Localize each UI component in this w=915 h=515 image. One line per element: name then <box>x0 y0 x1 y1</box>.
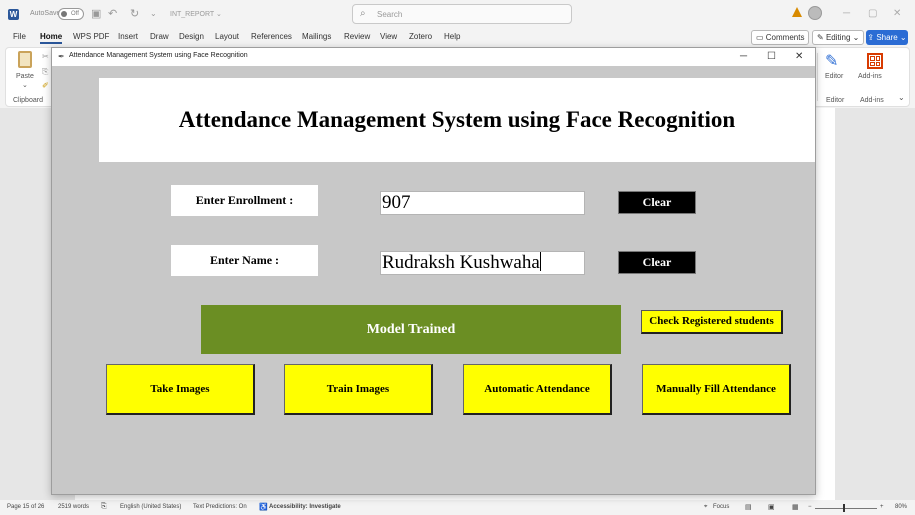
avatar[interactable] <box>808 6 822 20</box>
menu-references[interactable]: References <box>251 32 292 41</box>
clear-enrollment-button[interactable]: Clear <box>618 191 696 214</box>
automatic-attendance-button[interactable]: Automatic Attendance <box>463 364 612 415</box>
page-title: Attendance Management System using Face … <box>178 107 736 132</box>
ribbon-divider <box>817 53 818 101</box>
attendance-app-window: ✒ Attendance Management System using Fac… <box>51 47 816 495</box>
document-name[interactable]: INT_REPORT ⌄ <box>170 10 222 18</box>
enrollment-field[interactable]: 907 <box>380 191 585 215</box>
comments-button[interactable]: ▭ Comments <box>751 30 810 45</box>
autosave-toggle[interactable]: Off <box>58 8 84 20</box>
copy-icon[interactable]: ⎘ <box>42 67 48 77</box>
menu-design[interactable]: Design <box>179 32 204 41</box>
zoom-slider-thumb[interactable] <box>843 504 845 512</box>
zoom-out-icon[interactable]: − <box>808 504 812 510</box>
menu-wps-pdf[interactable]: WPS PDF <box>73 32 109 41</box>
paste-icon[interactable] <box>18 51 32 68</box>
add-ins-icon[interactable] <box>867 53 883 69</box>
accessibility-status[interactable]: Accessibility: Investigate <box>269 504 341 510</box>
format-painter-icon[interactable]: ✐ <box>42 81 49 90</box>
editor-button-label[interactable]: Editor <box>825 73 843 80</box>
app-minimize-icon[interactable]: ─ <box>740 50 747 63</box>
text-predictions-status[interactable]: Text Predictions: On <box>193 504 247 510</box>
paste-dropdown-icon[interactable]: ⌄ <box>22 81 28 89</box>
feather-icon: ✒ <box>58 52 65 61</box>
close-icon[interactable]: ✕ <box>893 8 901 19</box>
enrollment-value: 907 <box>382 192 411 213</box>
search-box[interactable]: ⌕ Search <box>352 4 572 24</box>
comments-label: Comments <box>765 33 805 42</box>
search-icon: ⌕ <box>360 8 366 19</box>
autosave-label: AutoSave <box>30 10 61 17</box>
heading-banner: Attendance Management System using Face … <box>99 78 815 162</box>
minimize-icon[interactable]: ─ <box>843 8 850 19</box>
name-field[interactable]: Rudraksh Kushwaha <box>380 251 585 275</box>
check-registered-students-button[interactable]: Check Registered students <box>641 310 783 334</box>
editing-label: Editing ⌄ <box>825 33 860 42</box>
customize-icon[interactable]: ⌄ <box>150 7 157 21</box>
clipboard-group-label: Clipboard <box>13 97 43 104</box>
comments-icon: ▭ <box>756 33 766 42</box>
menu-file[interactable]: File <box>13 32 26 41</box>
menu-help[interactable]: Help <box>444 32 460 41</box>
focus-icon[interactable]: ⌖ <box>704 504 707 511</box>
accessibility-icon: ♿ <box>259 504 268 511</box>
zoom-slider[interactable] <box>815 508 877 509</box>
add-ins-button-label[interactable]: Add-ins <box>858 73 882 80</box>
manually-fill-attendance-button[interactable]: Manually Fill Attendance <box>642 364 791 415</box>
zoom-level[interactable]: 80% <box>895 504 907 510</box>
editing-button[interactable]: ✎ Editing ⌄ <box>812 30 865 45</box>
editor-icon[interactable]: ✎ <box>825 53 838 71</box>
language-status[interactable]: English (United States) <box>120 504 181 510</box>
collapse-ribbon-icon[interactable]: ⌄ <box>898 93 905 102</box>
share-button[interactable]: ⇪ Share ⌄ <box>866 30 908 45</box>
search-input[interactable]: Search <box>377 10 402 19</box>
menu-zotero[interactable]: Zotero <box>409 32 432 41</box>
cut-icon[interactable]: ✂ <box>42 52 49 61</box>
print-layout-icon[interactable]: ▣ <box>768 503 775 511</box>
enrollment-label: Enter Enrollment : <box>171 185 318 216</box>
app-title-bar[interactable]: ✒ Attendance Management System using Fac… <box>52 48 815 66</box>
name-label: Enter Name : <box>171 245 318 276</box>
name-value: Rudraksh Kushwaha <box>382 252 540 273</box>
app-window-title: Attendance Management System using Face … <box>69 52 248 59</box>
word-icon: W <box>8 9 19 20</box>
proofing-icon[interactable]: ⎘ <box>101 503 107 511</box>
menu-draw[interactable]: Draw <box>150 32 169 41</box>
word-count[interactable]: 2519 words <box>58 504 89 510</box>
web-layout-icon[interactable]: ▦ <box>792 503 799 511</box>
menu-home[interactable]: Home <box>40 32 63 44</box>
pencil-icon: ✎ <box>817 33 826 42</box>
status-message: Model Trained <box>201 305 621 354</box>
restore-icon[interactable]: ▢ <box>868 8 877 19</box>
add-ins-group-label: Add-ins <box>860 97 884 104</box>
editor-group-label: Editor <box>826 97 845 104</box>
share-label: Share ⌄ <box>876 33 907 42</box>
status-bar: Page 15 of 26 2519 words ⎘ English (Unit… <box>0 500 915 515</box>
train-images-button[interactable]: Train Images <box>284 364 433 415</box>
app-close-icon[interactable]: ✕ <box>795 50 803 63</box>
zoom-in-icon[interactable]: + <box>880 504 884 510</box>
menu-review[interactable]: Review <box>344 32 370 41</box>
page-count[interactable]: Page 15 of 26 <box>7 504 44 510</box>
menu-layout[interactable]: Layout <box>215 32 239 41</box>
focus-label[interactable]: Focus <box>713 504 729 510</box>
word-title-bar: W AutoSave Off ▣ ↶ ↻ ⌄ INT_REPORT ⌄ ⌕ Se… <box>0 0 915 30</box>
clear-name-button[interactable]: Clear <box>618 251 696 274</box>
save-icon[interactable]: ▣ <box>91 7 101 21</box>
redo-icon[interactable]: ↻ <box>130 7 139 21</box>
menu-view[interactable]: View <box>380 32 397 41</box>
warning-icon[interactable] <box>792 7 802 17</box>
menu-mailings[interactable]: Mailings <box>302 32 331 41</box>
share-icon: ⇪ <box>867 33 877 42</box>
take-images-button[interactable]: Take Images <box>106 364 255 415</box>
app-maximize-icon[interactable]: ☐ <box>767 50 776 63</box>
undo-icon[interactable]: ↶ <box>108 7 117 21</box>
text-cursor <box>539 252 541 271</box>
read-mode-icon[interactable]: ▤ <box>745 503 752 511</box>
menu-insert[interactable]: Insert <box>118 32 138 41</box>
paste-label[interactable]: Paste <box>16 73 34 80</box>
